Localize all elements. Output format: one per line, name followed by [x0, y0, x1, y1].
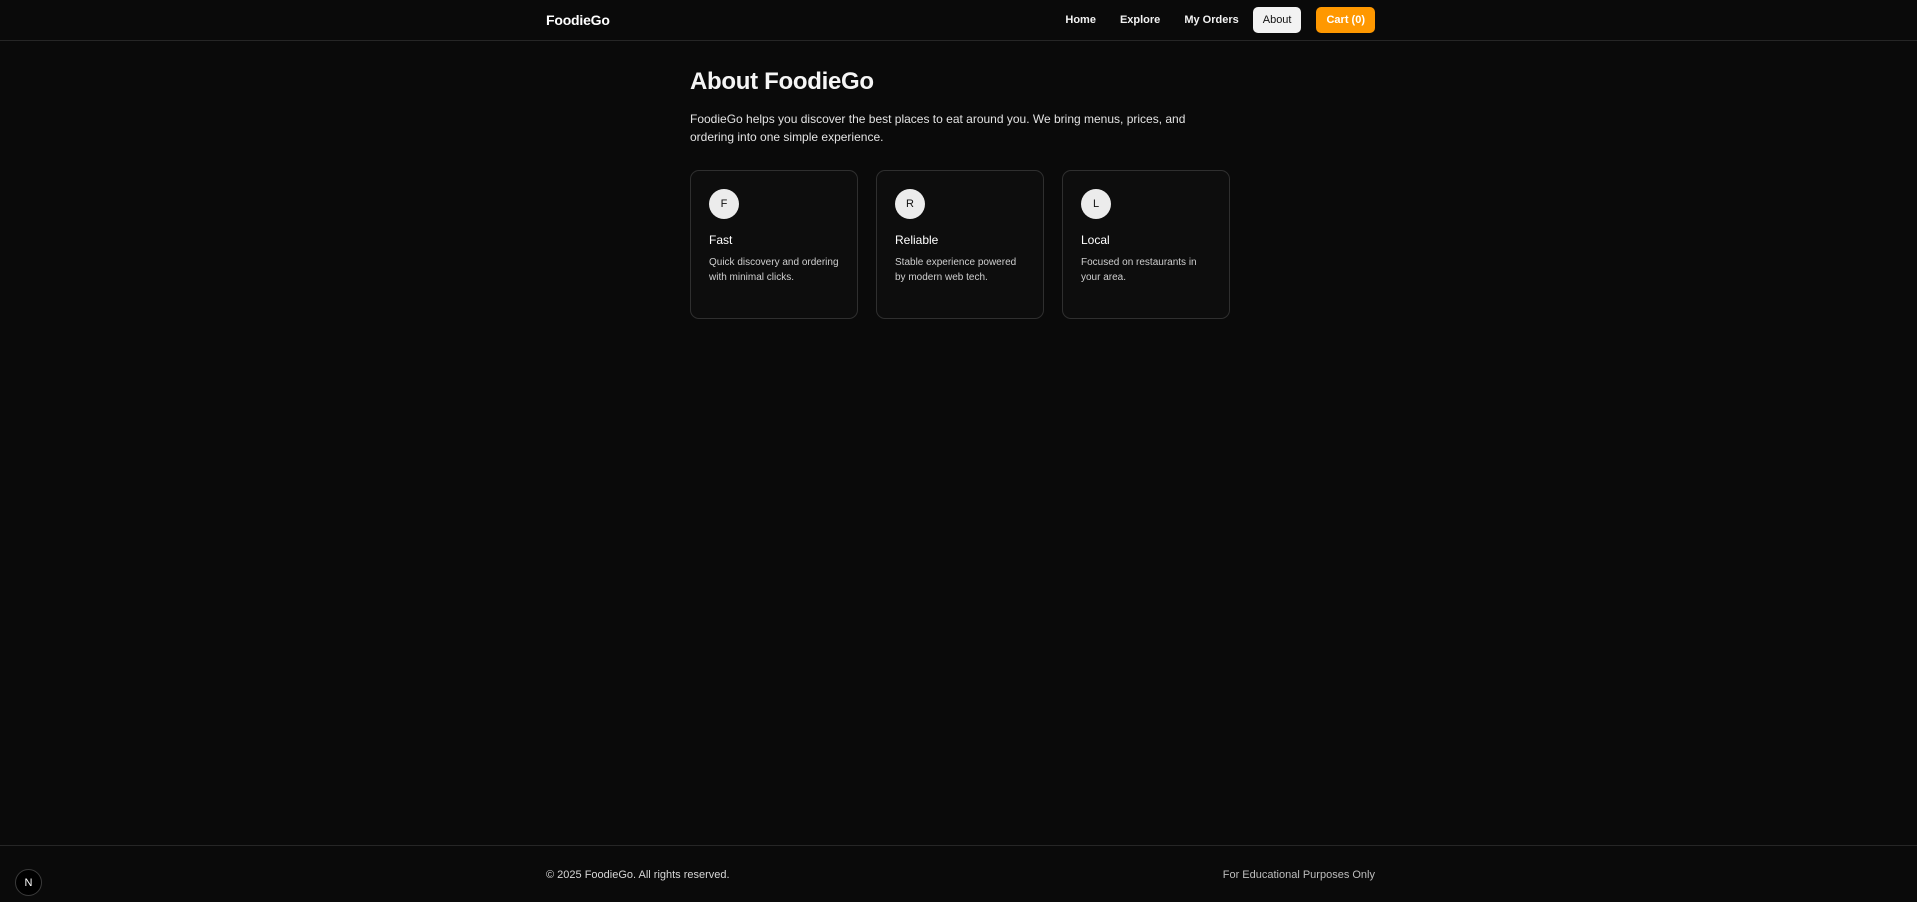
- feature-text: Stable experience powered by modern web …: [895, 257, 1017, 283]
- footer-note: For Educational Purposes Only: [1222, 868, 1375, 881]
- main-content: About FoodieGo FoodieGo helps you discov…: [690, 68, 1230, 319]
- nav-home-link[interactable]: Home: [1055, 7, 1106, 33]
- feature-text: Quick discovery and ordering with minima…: [709, 257, 839, 283]
- feature-title: Fast: [709, 233, 733, 247]
- nextjs-icon[interactable]: N: [15, 869, 42, 896]
- feature-badge: L: [1081, 189, 1111, 219]
- site-footer: © 2025 FoodieGo. All rights reserved. Fo…: [0, 845, 1917, 902]
- nav-about-link[interactable]: About: [1252, 7, 1302, 33]
- feature-card-reliable: R Reliable Stable experience powered by …: [876, 170, 1044, 319]
- feature-card-local: L Local Focused on restaurants in your a…: [1062, 170, 1230, 319]
- page-title: About FoodieGo: [690, 68, 874, 95]
- nav-my-orders-link[interactable]: My Orders: [1174, 7, 1248, 33]
- feature-badge: F: [709, 189, 739, 219]
- cart-button[interactable]: Cart (0): [1316, 7, 1375, 33]
- main-nav: Home Explore My Orders About Cart (0): [1055, 7, 1375, 33]
- intro-text: FoodieGo helps you discover the best pla…: [690, 112, 1186, 144]
- feature-cards: F Fast Quick discovery and ordering with…: [690, 170, 1230, 319]
- feature-title: Local: [1081, 233, 1110, 247]
- nav-explore-link[interactable]: Explore: [1110, 7, 1170, 33]
- page: FoodieGo Home Explore My Orders About Ca…: [0, 0, 1917, 902]
- nextjs-icon-letter: N: [24, 876, 33, 889]
- feature-text: Focused on restaurants in your area.: [1081, 257, 1197, 283]
- footer-container: © 2025 FoodieGo. All rights reserved. Fo…: [546, 846, 1375, 902]
- feature-card-fast: F Fast Quick discovery and ordering with…: [690, 170, 858, 319]
- site-header: FoodieGo Home Explore My Orders About Ca…: [0, 0, 1917, 41]
- header-container: FoodieGo Home Explore My Orders About Ca…: [546, 0, 1375, 40]
- footer-copyright: © 2025 FoodieGo. All rights reserved.: [546, 868, 730, 881]
- feature-badge: R: [895, 189, 925, 219]
- brand-logo[interactable]: FoodieGo: [546, 12, 610, 28]
- feature-title: Reliable: [895, 233, 939, 247]
